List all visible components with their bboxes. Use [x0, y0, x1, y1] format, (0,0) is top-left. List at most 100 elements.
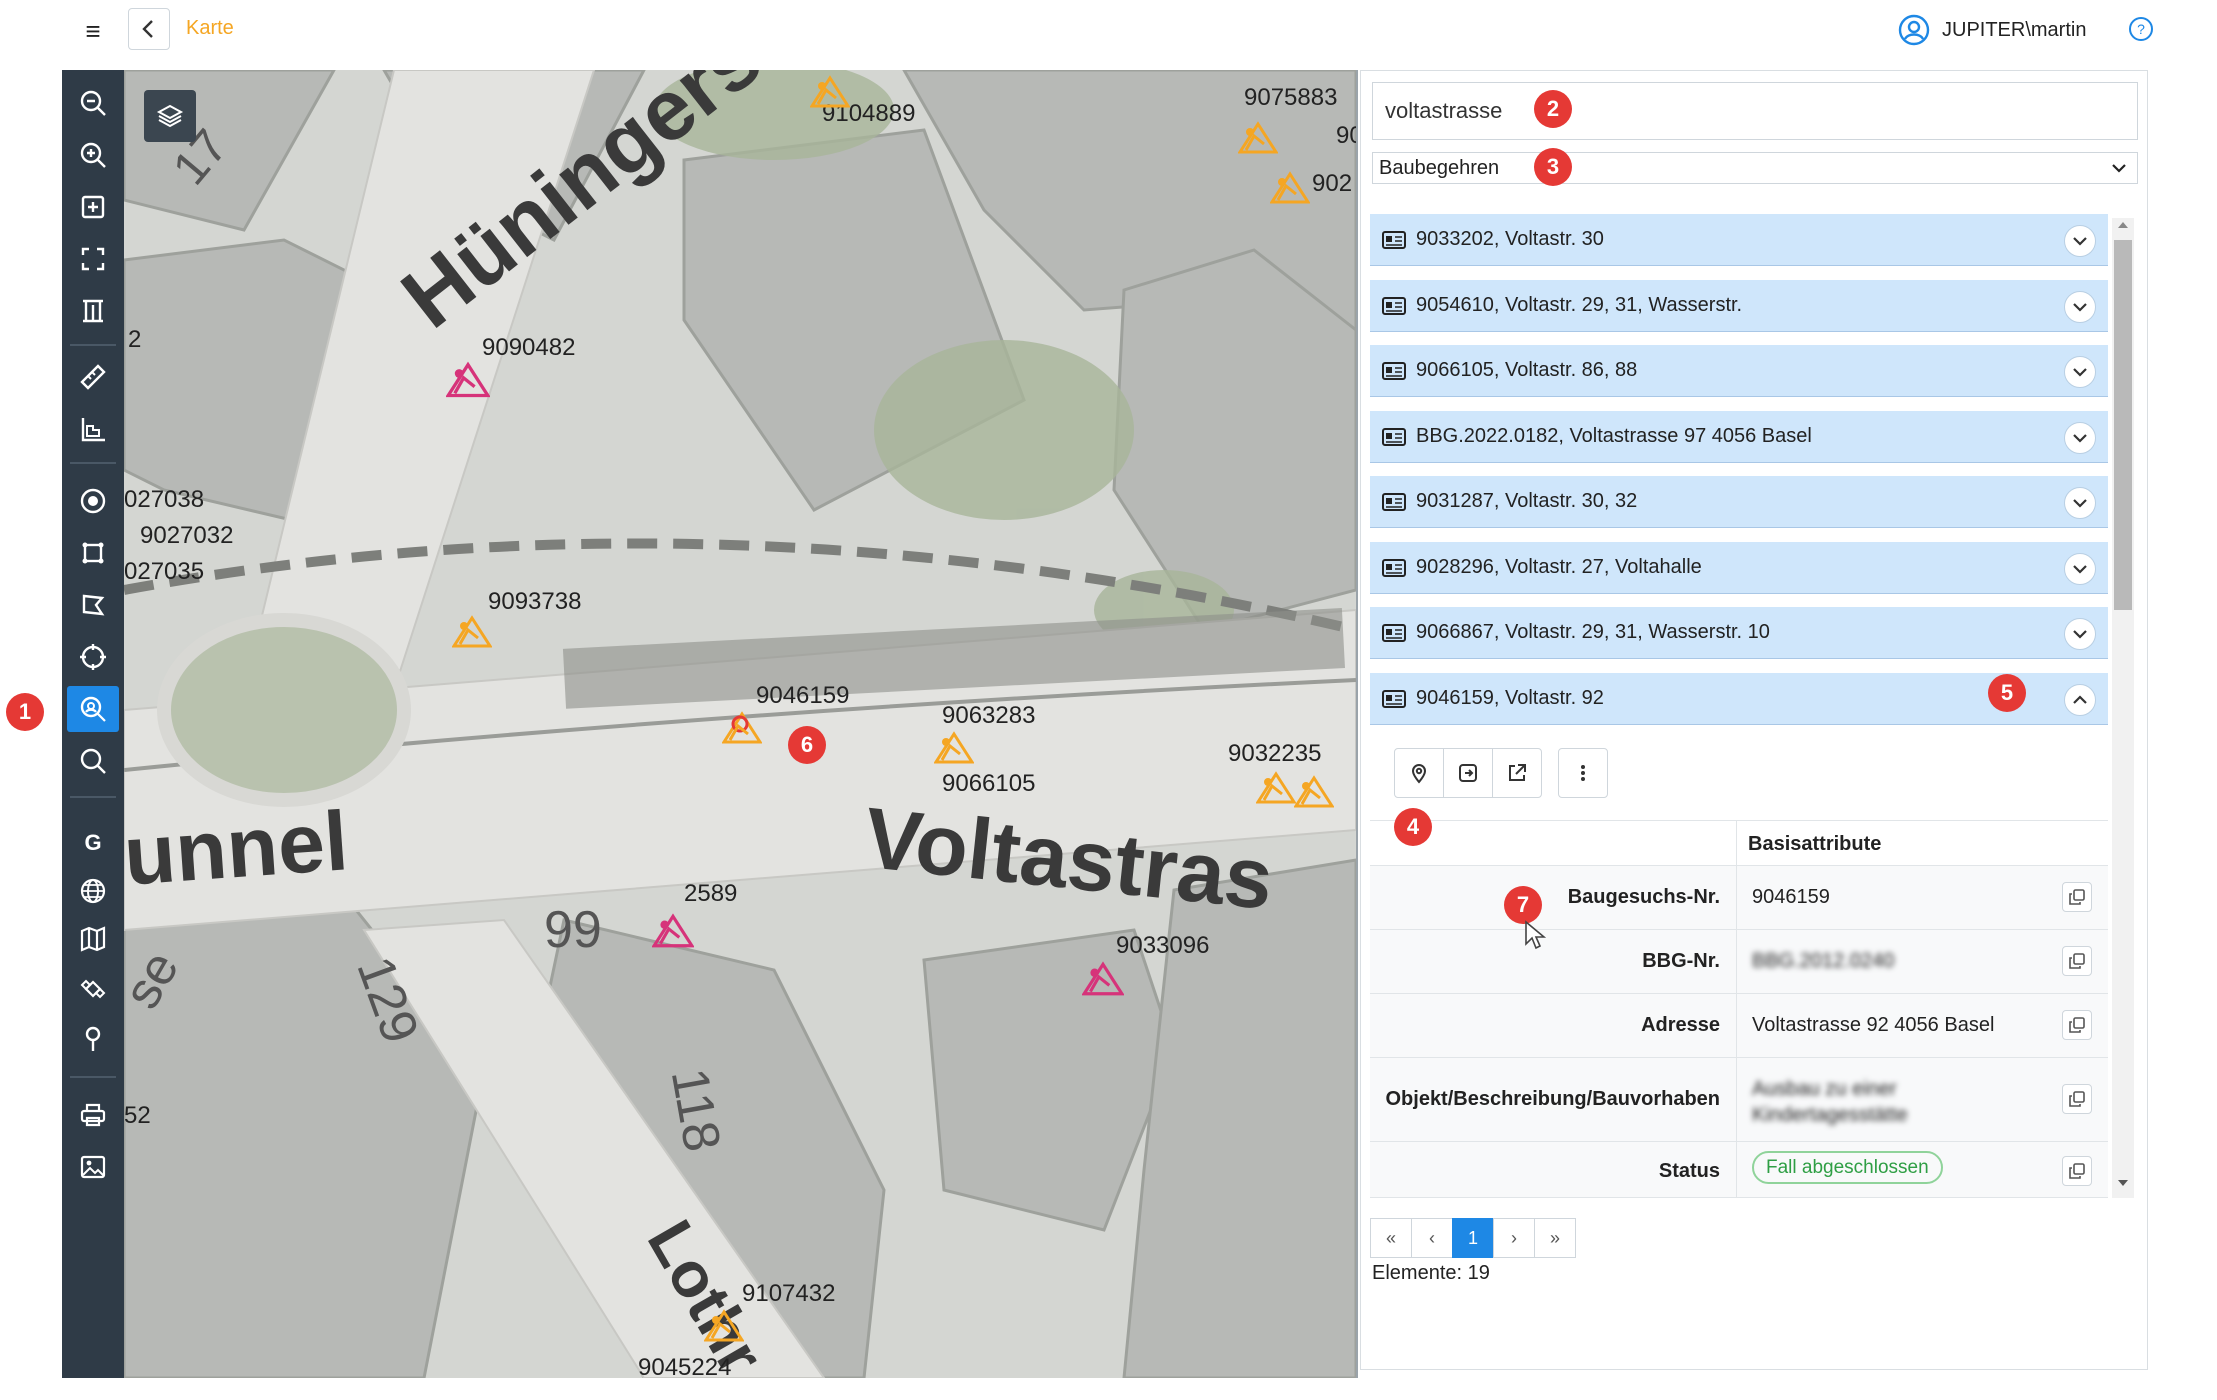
print-icon[interactable]	[67, 1092, 119, 1138]
construction-marker-icon[interactable]	[1270, 170, 1310, 204]
attribute-value-blurred: BBG.2012.0240	[1752, 950, 1895, 972]
expand-button[interactable]	[2064, 225, 2096, 257]
id-card-icon	[1382, 689, 1406, 708]
page-title[interactable]: Karte	[186, 17, 234, 40]
rect-select-icon[interactable]	[67, 530, 119, 576]
result-item[interactable]: 9031287, Voltastr. 30, 32	[1370, 476, 2108, 528]
result-item[interactable]: BBG.2022.0182, Voltastrasse 97 4056 Base…	[1370, 411, 2108, 463]
result-item[interactable]: 9033202, Voltastr. 30	[1370, 214, 2108, 266]
globe-icon[interactable]	[67, 868, 119, 914]
search-identify-icon[interactable]	[67, 686, 119, 732]
copy-icon	[2069, 889, 2085, 905]
image-export-icon[interactable]	[67, 1144, 119, 1190]
hamburger-menu-icon[interactable]: ≡	[78, 16, 108, 46]
open-detail-button[interactable]	[1443, 748, 1493, 798]
result-item[interactable]: 9066867, Voltastr. 29, 31, Wasserstr. 10	[1370, 607, 2108, 659]
construction-marker-icon[interactable]	[934, 730, 974, 764]
construction-marker-icon[interactable]	[722, 710, 762, 744]
construction-marker-icon[interactable]	[1238, 120, 1278, 154]
help-icon[interactable]: ?	[2128, 16, 2154, 42]
scrollbar-thumb[interactable]	[2114, 240, 2132, 610]
user-menu[interactable]: JUPITER\martin	[1898, 14, 2086, 46]
more-options-button[interactable]	[1558, 748, 1608, 798]
measure-height-icon[interactable]	[67, 288, 119, 334]
construction-marker-icon[interactable]	[810, 74, 850, 108]
collapse-button[interactable]	[2064, 684, 2096, 716]
external-link-icon	[1509, 764, 1526, 781]
construction-marker-icon[interactable]	[704, 1308, 744, 1342]
layers-button[interactable]	[144, 90, 196, 142]
search-icon[interactable]	[67, 738, 119, 784]
layer-select[interactable]: Baubegehren	[1372, 152, 2138, 184]
expand-button[interactable]	[2064, 356, 2096, 388]
result-item[interactable]: 9028296, Voltastr. 27, Voltahalle	[1370, 542, 2108, 594]
status-text: Fall abgeschlossen	[1752, 1151, 1943, 1184]
zoom-to-location-button[interactable]	[1394, 748, 1444, 798]
scroll-up-icon[interactable]	[2114, 218, 2132, 232]
layers-icon	[156, 104, 184, 128]
layer-select-value: Baubegehren	[1379, 157, 1500, 179]
id-card-icon	[1382, 492, 1406, 511]
result-item[interactable]: 9054610, Voltastr. 29, 31, Wasserstr.	[1370, 280, 2108, 332]
zoom-out-icon[interactable]	[67, 80, 119, 126]
copy-button[interactable]	[2062, 946, 2092, 976]
satellite-icon[interactable]	[67, 966, 119, 1012]
circle-select-icon[interactable]	[67, 634, 119, 680]
prev-page-button[interactable]: ‹	[1411, 1218, 1453, 1258]
map-view[interactable]: Hüningerstr unnel Voltastras Lothr 17 99…	[124, 70, 1358, 1378]
marker-label: 2	[128, 326, 142, 353]
full-extent-icon[interactable]	[67, 236, 119, 282]
polygon-select-icon[interactable]	[67, 582, 119, 628]
current-page-button[interactable]: 1	[1452, 1218, 1494, 1258]
attribute-value: 9046159	[1752, 886, 1830, 908]
marker-label: 9066105	[942, 770, 1036, 797]
toolbar-divider	[70, 796, 116, 798]
search-input[interactable]: voltastrasse	[1372, 82, 2138, 140]
expand-button[interactable]	[2064, 618, 2096, 650]
chevron-down-icon	[2073, 237, 2087, 246]
construction-marker-icon[interactable]	[1082, 960, 1124, 996]
copy-icon	[2069, 1017, 2085, 1033]
last-page-button[interactable]: »	[1534, 1218, 1576, 1258]
pin-icon[interactable]	[67, 1016, 119, 1062]
status-badge: Fall abgeschlossen	[1752, 1151, 1943, 1184]
result-label: 9066105, Voltastr. 86, 88	[1416, 359, 1638, 381]
copy-button[interactable]	[2062, 1084, 2092, 1114]
map-icon[interactable]	[67, 916, 119, 962]
construction-marker-icon[interactable]	[652, 912, 694, 948]
attribute-key: Adresse	[1641, 1014, 1720, 1036]
id-card-icon	[1382, 230, 1406, 249]
expand-button[interactable]	[2064, 487, 2096, 519]
column-divider	[1736, 1058, 1737, 1141]
marker-label: 52	[124, 1102, 151, 1129]
expand-button[interactable]	[2064, 553, 2096, 585]
construction-marker-icon[interactable]	[1256, 770, 1296, 804]
copy-button[interactable]	[2062, 1156, 2092, 1186]
chevron-down-icon	[2073, 499, 2087, 508]
back-button[interactable]	[128, 8, 170, 50]
ruler-icon[interactable]	[67, 354, 119, 400]
result-item[interactable]: 9066105, Voltastr. 86, 88	[1370, 345, 2108, 397]
expand-button[interactable]	[2064, 422, 2096, 454]
id-card-icon	[1382, 623, 1406, 642]
first-page-button[interactable]: «	[1370, 1218, 1412, 1258]
construction-marker-icon[interactable]	[446, 360, 490, 398]
result-label: 9028296, Voltastr. 27, Voltahalle	[1416, 556, 1702, 578]
annotation-badge: 5	[1988, 674, 2026, 712]
result-label: 9033202, Voltastr. 30	[1416, 228, 1604, 250]
result-label: 9054610, Voltastr. 29, 31, Wasserstr.	[1416, 294, 1743, 316]
copy-button[interactable]	[2062, 882, 2092, 912]
id-card-icon	[1382, 361, 1406, 380]
construction-marker-icon[interactable]	[1294, 774, 1334, 808]
next-page-button[interactable]: ›	[1493, 1218, 1535, 1258]
point-select-icon[interactable]	[67, 478, 119, 524]
google-icon[interactable]: G	[67, 820, 119, 866]
copy-button[interactable]	[2062, 1010, 2092, 1040]
expand-button[interactable]	[2064, 291, 2096, 323]
measure-area-icon[interactable]	[67, 406, 119, 452]
construction-marker-icon[interactable]	[452, 614, 492, 648]
scroll-down-icon[interactable]	[2114, 1176, 2132, 1190]
zoom-in-icon[interactable]	[67, 132, 119, 178]
zoom-box-icon[interactable]	[67, 184, 119, 230]
open-external-button[interactable]	[1492, 748, 1542, 798]
